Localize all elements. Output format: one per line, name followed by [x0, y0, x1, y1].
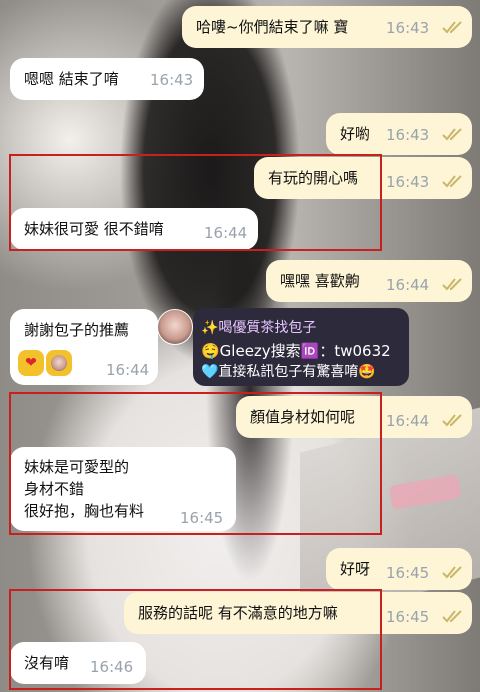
double-check-icon [442, 277, 464, 291]
double-check-icon [442, 174, 464, 188]
chat-thread: 哈嘍~你們結束了嘛 寶 16:43 嗯嗯 結束了唷 16:43 好喲 16:43… [0, 0, 480, 692]
face-reaction-icon[interactable] [46, 350, 72, 376]
message-time: 16:43 [386, 126, 430, 144]
avatar[interactable] [157, 309, 193, 345]
message-time: 16:43 [386, 173, 430, 191]
message-time: 16:45 [386, 608, 430, 626]
promo-line-3: 🩵直接私訊包子有驚喜唷🤩 [201, 364, 376, 380]
message-text: 好呀 [340, 560, 371, 578]
heart-reaction-icon[interactable]: ❤ [18, 350, 44, 376]
highlight-box [9, 392, 382, 535]
message-outgoing[interactable]: 嘿嘿 喜歡齁 16:44 [266, 260, 472, 302]
highlight-box [9, 154, 382, 251]
highlight-box [9, 589, 382, 690]
double-check-icon [442, 413, 464, 427]
promo-overlay: ✨喝優質茶找包子 🤤Gleezy搜索🆔：tw0632 🩵直接私訊包子有驚喜唷🤩 [193, 308, 409, 386]
message-outgoing[interactable]: 好呀 16:45 [326, 548, 472, 590]
message-text: 嘿嘿 喜歡齁 [280, 272, 360, 290]
message-time: 16:43 [150, 71, 194, 89]
message-text: 哈嘍~你們結束了嘛 寶 [196, 18, 349, 36]
double-check-icon [442, 20, 464, 34]
promo-line-1: ✨喝優質茶找包子 [201, 320, 317, 336]
message-incoming[interactable]: 嗯嗯 結束了唷 16:43 [10, 58, 204, 100]
message-text: 謝謝包子的推薦 [24, 321, 130, 339]
double-check-icon [442, 127, 464, 141]
message-time: 16:44 [386, 276, 430, 294]
promo-line-2: 🤤Gleezy搜索🆔：tw0632 [201, 342, 391, 360]
message-outgoing[interactable]: 好喲 16:43 [326, 113, 472, 155]
message-outgoing[interactable]: 哈嘍~你們結束了嘛 寶 16:43 [182, 6, 472, 48]
message-time: 16:44 [386, 412, 430, 430]
message-time: 16:45 [386, 564, 430, 582]
double-check-icon [442, 609, 464, 623]
message-time: 16:44 [106, 361, 150, 379]
message-text: 嗯嗯 結束了唷 [24, 70, 119, 88]
reaction-bar[interactable]: ❤ [18, 350, 72, 376]
double-check-icon [442, 565, 464, 579]
message-text: 好喲 [340, 125, 371, 143]
message-time: 16:43 [386, 19, 430, 37]
